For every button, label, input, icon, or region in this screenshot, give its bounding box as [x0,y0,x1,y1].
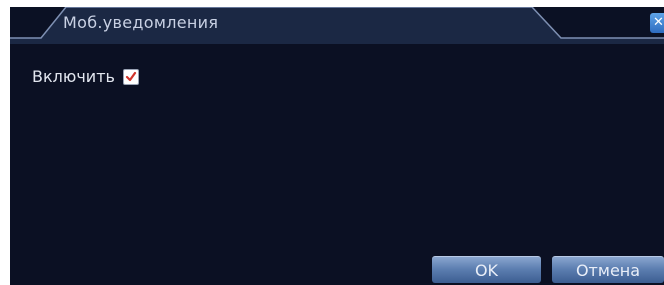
close-icon: ✕ [653,15,664,30]
dialog-content: Включить OK Отмена [10,44,664,285]
close-button[interactable]: ✕ [650,13,664,33]
ok-button[interactable]: OK [432,256,541,283]
mobile-notifications-dialog: Моб.уведомления ✕ Включить OK Отмена [10,7,664,285]
enable-checkbox[interactable] [122,68,139,85]
cancel-button[interactable]: Отмена [552,256,664,283]
enable-label: Включить [32,67,115,86]
checkmark-icon [125,71,137,81]
enable-row: Включить [32,67,139,86]
dialog-title: Моб.уведомления [63,13,219,32]
title-bar: Моб.уведомления ✕ [10,7,664,44]
